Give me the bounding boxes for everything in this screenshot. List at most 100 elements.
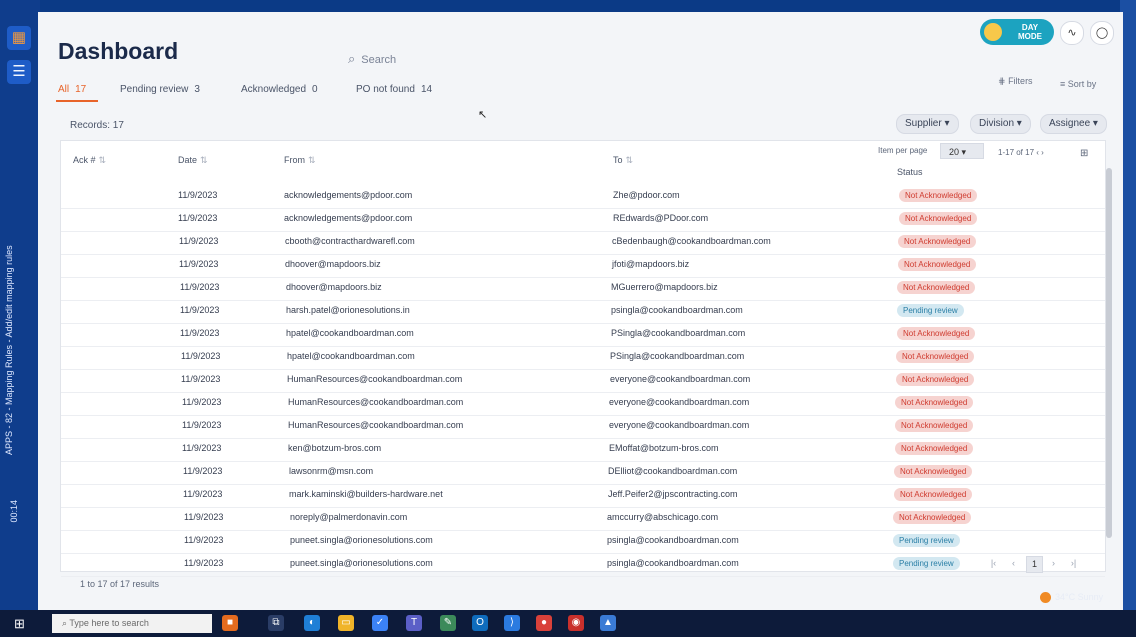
vscode-icon[interactable]: ⟩ [504,615,520,631]
table-row[interactable]: 11/9/2023 mark.kaminski@builders-hardware… [61,484,1105,508]
division-filter[interactable]: Division ▾ [970,114,1031,134]
search-icon: ⌕ [348,51,356,66]
supplier-label: Supplier [905,118,942,129]
table-row[interactable]: 11/9/2023 cbooth@contracthardwarefl.com cB… [61,231,1105,255]
column-header-label: To [613,155,623,165]
chrome-icon[interactable]: ● [536,615,552,631]
columns-icon[interactable]: ⊞ [1080,148,1088,159]
outlook-icon[interactable]: O [472,615,488,631]
sort-arrows-icon: ⇅ [200,155,208,165]
checklist-icon[interactable]: ☰ [7,60,31,84]
from-cell: hpatel@cookandboardman.com [287,351,415,361]
dashboard-panel: Dashboard ⌕ Search DAY MODE ∿ ◯ ⋕ Filters … [38,12,1123,610]
weather-icon [1040,592,1051,604]
from-cell: harsh.patel@orionesolutions.in [286,305,410,315]
table-row[interactable]: 11/9/2023 HumanResources@cookandboardman.… [61,369,1105,393]
grid-icon[interactable]: ▦ [7,26,31,50]
tab-count: 3 [194,84,200,95]
task-view-icon[interactable]: ⧉ [268,615,284,631]
items-per-page-select[interactable]: 20 ▾ [940,143,984,159]
teams-icon[interactable]: T [406,615,422,631]
from-cell: HumanResources@cookandboardman.com [288,420,464,430]
table-scrollbar[interactable] [1106,168,1112,538]
chevron-left-icon[interactable]: ‹ [1036,148,1039,157]
user-icon[interactable]: ◯ [1090,21,1114,45]
table-row[interactable]: 11/9/2023 puneet.singla@orionesolutions.c… [61,553,1105,577]
tab-po-not-found[interactable]: PO not found 14 [356,84,432,95]
search-placeholder: Search [361,54,397,66]
from-cell: noreply@palmerdonavin.com [290,512,408,522]
status-badge: Pending review [893,557,960,570]
table-row[interactable]: 11/9/2023 noreply@palmerdonavin.com amccur… [61,507,1105,531]
column-header-date[interactable]: Date ⇅ [178,155,208,166]
current-page-button[interactable]: 1 [1026,556,1043,573]
page-title: Dashboard [58,38,179,64]
date-cell: 11/9/2023 [178,190,218,200]
next-page-icon[interactable]: › [1046,556,1061,571]
column-header-label: Ack # [73,155,96,165]
chevron-right-icon[interactable]: › [1041,148,1044,157]
first-page-icon[interactable]: |‹ [986,556,1001,571]
table-row[interactable]: 11/9/2023 dhoover@mapdoors.biz jfoti@mapdo… [61,254,1105,278]
sort-arrows-icon: ⇅ [308,155,316,165]
table-row[interactable]: 11/9/2023 ken@botzum-bros.com EMoffat@botz… [61,438,1105,462]
to-cell: everyone@cookandboardman.com [609,420,750,430]
table-row[interactable]: 11/9/2023 hpatel@cookandboardman.com PSing… [61,323,1105,347]
tab-label: PO not found [356,84,415,95]
date-cell: 11/9/2023 [179,259,219,269]
table-row[interactable]: 11/9/2023 acknowledgements@pdoor.com Zhe@p… [61,185,1105,209]
table-row[interactable]: 11/9/2023 dhoover@mapdoors.biz MGuerrero@m… [61,277,1105,301]
filters-button[interactable]: ⋕ Filters [998,76,1033,87]
supplier-filter[interactable]: Supplier ▾ [896,114,959,134]
todo-icon[interactable]: ✓ [372,615,388,631]
table-row[interactable]: 11/9/2023 acknowledgements@pdoor.com REdwa… [61,208,1105,232]
table-row[interactable]: 11/9/2023 HumanResources@cookandboardman.… [61,392,1105,416]
last-page-icon[interactable]: ›| [1066,556,1081,571]
taskbar-search-placeholder: Type here to search [69,618,149,628]
column-header-ack[interactable]: Ack # ⇅ [73,155,106,166]
to-cell: PSingla@cookandboardman.com [611,328,746,338]
tab-acknowledged[interactable]: Acknowledged 0 [241,84,318,95]
taskbar-search[interactable]: ⌕ Type here to search [52,614,212,633]
date-cell: 11/9/2023 [181,351,221,361]
from-cell: acknowledgements@pdoor.com [284,213,413,223]
assignee-filter[interactable]: Assignee ▾ [1040,114,1107,134]
tab-pending-review[interactable]: Pending review 3 [120,84,200,95]
status-badge: Not Acknowledged [896,350,975,363]
status-badge: Not Acknowledged [898,258,977,271]
acknowledgements-table: Ack # ⇅ Date ⇅ From ⇅ To ⇅ Status 11/9/2023 a… [60,140,1106,577]
windows-icon[interactable]: ⊞ [14,616,25,632]
recording-app-icon[interactable]: ◉ [568,615,584,631]
folder-icon[interactable]: ▭ [338,615,354,631]
column-header-from[interactable]: From ⇅ [284,155,316,166]
status-badge: Not Acknowledged [896,373,975,386]
briefcase-icon[interactable]: ■ [222,615,238,631]
chevron-down-icon: ▾ [961,147,967,157]
column-header-to[interactable]: To ⇅ [613,155,633,166]
table-row[interactable]: 11/9/2023 hpatel@cookandboardman.com PSing… [61,346,1105,370]
from-cell: puneet.singla@orionesolutions.com [290,558,433,568]
chevron-down-icon: ▾ [1092,118,1098,129]
activity-icon[interactable]: ∿ [1060,21,1084,45]
prev-page-icon[interactable]: ‹ [1006,556,1021,571]
table-row[interactable]: 11/9/2023 puneet.singla@orionesolutions.c… [61,530,1105,554]
status-badge: Not Acknowledged [899,189,978,202]
photos-icon[interactable]: ▲ [600,615,616,631]
tab-all[interactable]: All 17 [56,84,98,102]
column-header-label: From [284,155,305,165]
sort-icon: ≡ [1060,79,1066,89]
edge-icon[interactable]: ◐ [304,615,320,631]
to-cell: Zhe@pdoor.com [613,190,680,200]
to-cell: amccurry@abschicago.com [607,512,719,522]
sort-button[interactable]: ≡ Sort by [1060,79,1096,89]
weather-widget[interactable]: 34°C Sunny [1040,592,1103,604]
recording-label: APPS - 82 - Mapping Rules - Add/edit map… [4,245,14,455]
table-row[interactable]: 11/9/2023 lawsonrm@msn.com DElliot@cookand… [61,461,1105,485]
table-row[interactable]: 11/9/2023 HumanResources@cookandboardman.… [61,415,1105,439]
status-badge: Not Acknowledged [899,212,978,225]
notes-icon[interactable]: ✎ [440,615,456,631]
search-input[interactable]: ⌕ Search [348,48,538,70]
table-row[interactable]: 11/9/2023 harsh.patel@orionesolutions.in p… [61,300,1105,324]
recording-timer: 00:14 [9,500,19,523]
day-mode-toggle[interactable]: DAY MODE [980,19,1054,45]
